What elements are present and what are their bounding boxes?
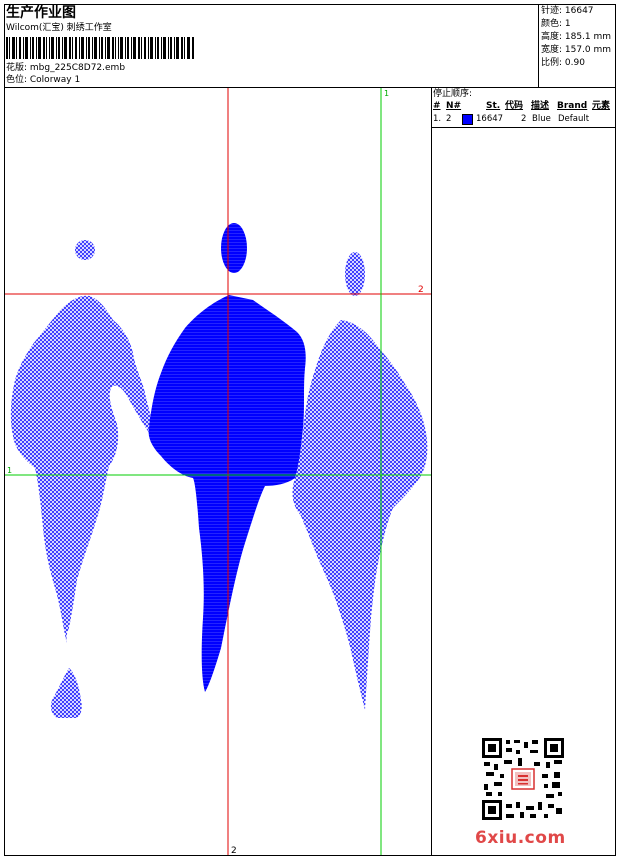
stat-height: 高度: 185.1 mm [541, 32, 612, 42]
right-figure-shape [292, 320, 428, 710]
pattern-file: 花版: mbg_225C8D72.emb [6, 63, 126, 73]
row-needle: 2 [446, 114, 452, 124]
stat-scale: 比例: 0.90 [541, 58, 585, 68]
qr-code-icon [482, 738, 564, 820]
panel-divider [431, 88, 432, 855]
page-title: 生产作业图 [6, 5, 76, 21]
green-horizontal-label: 1 [7, 466, 12, 475]
watermark-logo: 6xiu.com [475, 828, 566, 848]
row-index: 1. [433, 114, 442, 124]
row-code: 2 [521, 114, 527, 124]
studio-name: Wilcom(汇宝) 刺绣工作室 [6, 23, 112, 33]
colorway-label: 色位: Colorway 1 [6, 75, 81, 85]
red-horizontal-label: 2 [418, 285, 424, 295]
color-swatch-icon [462, 114, 473, 125]
col-index: # [433, 101, 441, 111]
stat-width: 宽度: 157.0 mm [541, 45, 612, 55]
col-stitches: St. [486, 101, 501, 111]
col-element: 元素 [592, 101, 611, 111]
barcode-icon [6, 37, 194, 59]
design-stats: 针迹: 16647 颜色: 1 高度: 185.1 mm 宽度: 157.0 m… [541, 5, 611, 70]
col-description: 描述 [531, 101, 550, 111]
stat-colors: 颜色: 1 [541, 19, 571, 29]
embroidery-canvas: 2 2 1 1 [5, 88, 431, 855]
left-figure-foot [50, 668, 82, 718]
center-head [221, 223, 247, 273]
table-row: 1. 2 16647 2 Blue Default [432, 112, 615, 125]
col-code: 代码 [505, 101, 524, 111]
red-vertical-label: 2 [231, 846, 237, 855]
stop-sequence-panel: 停止顺序: # N# St. 代码 描述 Brand 元素 1. 2 16647… [432, 88, 615, 128]
col-brand: Brand [557, 101, 588, 111]
panel-rule [432, 127, 615, 128]
stop-sequence-header: # N# St. 代码 描述 Brand 元素 [432, 100, 615, 112]
left-figure-shape [10, 295, 154, 644]
header-info: 生产作业图 Wilcom(汇宝) 刺绣工作室 花版: mbg_225C8D72.… [6, 5, 536, 89]
row-brand: Default [558, 114, 590, 124]
right-figure-dot [345, 252, 365, 296]
col-needle: N# [446, 101, 462, 111]
green-vertical-label: 1 [384, 89, 389, 98]
center-body [148, 295, 306, 692]
row-stitches: 16647 [476, 114, 504, 124]
stat-stitches: 针迹: 16647 [541, 6, 594, 16]
row-description: Blue [532, 114, 551, 124]
left-figure-dot [75, 240, 95, 260]
header-divider [538, 4, 539, 87]
stop-sequence-title: 停止顺序: [433, 89, 473, 99]
embroidery-preview: 2 2 1 1 [5, 88, 431, 855]
